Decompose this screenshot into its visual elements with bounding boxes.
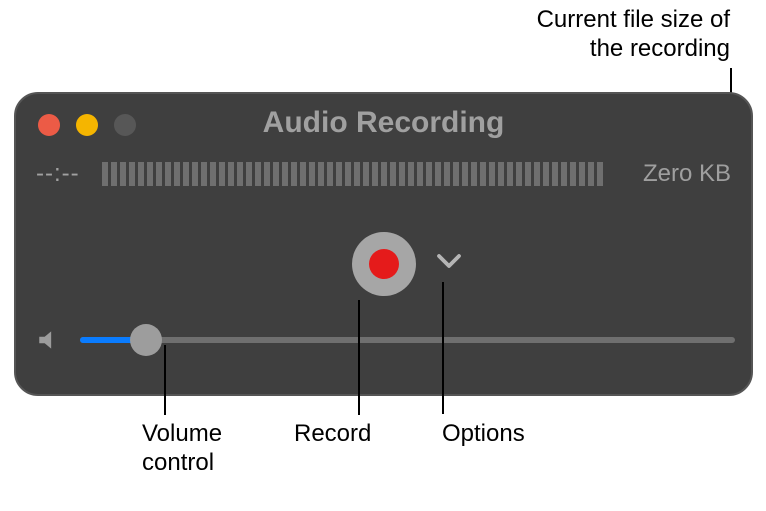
meter-segment	[345, 162, 351, 186]
level-meter	[102, 162, 621, 186]
meter-segment	[435, 162, 441, 186]
annotation-volume: Volume control	[142, 420, 222, 478]
volume-slider[interactable]	[80, 324, 735, 356]
meter-segment	[534, 162, 540, 186]
audio-recording-window: Audio Recording --:-- Zero KB	[14, 92, 753, 396]
meter-segment	[219, 162, 225, 186]
options-button[interactable]	[434, 246, 464, 276]
elapsed-time: --:--	[36, 160, 80, 188]
record-icon	[369, 249, 399, 279]
speaker-low-icon	[36, 327, 62, 353]
meter-segment	[408, 162, 414, 186]
meter-segment	[102, 162, 108, 186]
meter-segment	[390, 162, 396, 186]
meter-segment	[138, 162, 144, 186]
meter-segment	[291, 162, 297, 186]
meter-segment	[282, 162, 288, 186]
meter-segment	[183, 162, 189, 186]
meter-segment	[579, 162, 585, 186]
meter-segment	[480, 162, 486, 186]
meter-segment	[192, 162, 198, 186]
meter-segment	[498, 162, 504, 186]
meter-segment	[147, 162, 153, 186]
meter-segment	[246, 162, 252, 186]
file-size: Zero KB	[643, 160, 731, 188]
meter-segment	[354, 162, 360, 186]
meter-segment	[516, 162, 522, 186]
chevron-down-icon	[434, 246, 464, 276]
meter-segment	[336, 162, 342, 186]
meter-segment	[399, 162, 405, 186]
meter-segment	[570, 162, 576, 186]
meter-segment	[228, 162, 234, 186]
meter-segment	[237, 162, 243, 186]
annotation-record: Record	[294, 420, 371, 449]
meter-segment	[363, 162, 369, 186]
annotation-leader-options	[442, 282, 444, 414]
record-button[interactable]	[352, 232, 416, 296]
meter-segment	[426, 162, 432, 186]
meter-segment	[525, 162, 531, 186]
annotation-filesize: Current file size of the recording	[537, 6, 730, 64]
meter-segment	[165, 162, 171, 186]
meter-segment	[273, 162, 279, 186]
meter-segment	[210, 162, 216, 186]
meter-segment	[381, 162, 387, 186]
meter-segment	[552, 162, 558, 186]
meter-segment	[372, 162, 378, 186]
annotation-options: Options	[442, 420, 525, 449]
volume-track	[80, 337, 735, 343]
meter-segment	[120, 162, 126, 186]
meter-segment	[309, 162, 315, 186]
controls-row	[16, 232, 751, 302]
meter-segment	[255, 162, 261, 186]
meter-segment	[597, 162, 603, 186]
meter-segment	[453, 162, 459, 186]
meter-segment	[462, 162, 468, 186]
meter-segment	[201, 162, 207, 186]
meter-segment	[327, 162, 333, 186]
meter-segment	[111, 162, 117, 186]
annotation-leader-volume	[164, 345, 166, 415]
meter-segment	[174, 162, 180, 186]
meter-segment	[417, 162, 423, 186]
meter-segment	[444, 162, 450, 186]
meter-segment	[318, 162, 324, 186]
meter-segment	[471, 162, 477, 186]
meter-segment	[264, 162, 270, 186]
volume-row	[36, 324, 735, 356]
meter-segment	[588, 162, 594, 186]
window-title: Audio Recording	[16, 106, 751, 140]
meter-segment	[561, 162, 567, 186]
meter-segment	[300, 162, 306, 186]
meter-segment	[507, 162, 513, 186]
status-row: --:-- Zero KB	[36, 160, 731, 188]
volume-thumb[interactable]	[130, 324, 162, 356]
meter-segment	[156, 162, 162, 186]
meter-segment	[543, 162, 549, 186]
meter-segment	[489, 162, 495, 186]
meter-segment	[129, 162, 135, 186]
annotation-leader-record	[358, 300, 360, 415]
